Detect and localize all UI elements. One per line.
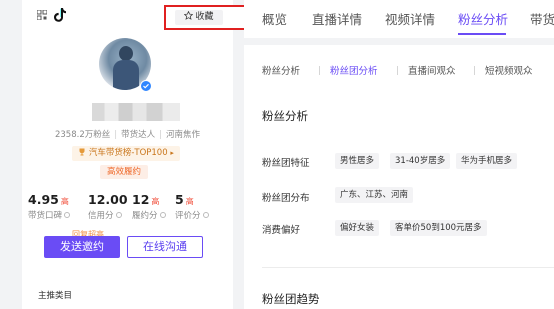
chip-age: 31-40岁居多 — [390, 153, 451, 169]
verified-badge-icon — [140, 80, 152, 92]
main-category-heading: 主推类目 — [38, 291, 73, 301]
subtab-live-audience[interactable]: 直播间观众 — [408, 63, 456, 77]
metric-label: 信用分 — [88, 211, 114, 221]
metric-value: 4.95 — [28, 192, 59, 207]
creator-role: 带货达人 — [121, 130, 156, 140]
metric-credit: 12.00 信用分 — [88, 192, 130, 221]
row-label-consumption: 消费偏好 — [262, 225, 301, 236]
chip-gender: 男性居多 — [335, 153, 380, 169]
tab-live-details[interactable]: 直播详情 — [312, 9, 362, 28]
rank-badge-label: 汽车带货榜-TOP100 — [88, 148, 168, 158]
row-label-distribution: 粉丝团分布 — [262, 193, 310, 204]
help-icon[interactable] — [202, 212, 209, 218]
rank-badge[interactable]: 汽车带货榜-TOP100 ▸ — [72, 146, 180, 161]
douyin-icon[interactable] — [54, 8, 66, 22]
creator-location: 河南焦作 — [166, 130, 201, 140]
tab-overview[interactable]: 概览 — [262, 9, 287, 28]
collect-button[interactable]: 收藏 — [175, 10, 223, 25]
metric-level: 高 — [60, 197, 69, 206]
subtab-fan-group-analysis[interactable]: 粉丝团分析 — [330, 63, 378, 77]
section-divider — [262, 267, 554, 268]
metric-label: 带货口碑 — [28, 211, 63, 221]
app-root: 收藏 2358.2万粉丝 | 带货达人 | 河南焦作 汽车带货榜-TOP100 ▸ 高效… — [0, 0, 554, 309]
tab-video-details[interactable]: 视频详情 — [385, 9, 435, 28]
creator-stats: 2358.2万粉丝 | 带货达人 | 河南焦作 — [54, 130, 201, 140]
efficient-fulfillment-tag[interactable]: 高效履约 — [100, 165, 148, 179]
subtab-divider — [319, 66, 320, 75]
efficient-tag-label: 高效履约 — [106, 167, 141, 177]
metric-fulfillment: 12 高 履约分 — [132, 192, 166, 221]
active-tab-indicator — [458, 33, 506, 35]
profile-card: 收藏 2358.2万粉丝 | 带货达人 | 河南焦作 汽车带货榜-TOP100 ▸ 高效… — [22, 0, 254, 309]
trophy-icon — [79, 148, 85, 156]
metric-value: 5 — [175, 192, 184, 207]
fan-analysis-title: 粉丝分析 — [262, 109, 308, 123]
fan-group-trend-title: 粉丝团趋势 — [262, 292, 320, 306]
metric-label: 履约分 — [132, 211, 158, 221]
tab-fan-analysis[interactable]: 粉丝分析 — [458, 9, 508, 28]
metric-label: 评价分 — [175, 211, 201, 221]
online-chat-button[interactable]: 在线沟通 — [127, 236, 203, 258]
metric-level: 高 — [151, 197, 160, 206]
help-icon[interactable] — [115, 212, 122, 218]
qr-code-icon[interactable] — [37, 10, 47, 20]
collect-button-highlight: 收藏 — [164, 5, 254, 30]
send-invite-button[interactable]: 发送邀约 — [44, 236, 120, 258]
chip-price-range: 客单价50到100元居多 — [390, 220, 487, 236]
detail-tabs: 概览 直播详情 视频详情 粉丝分析 带货 — [244, 0, 554, 38]
tab-sales[interactable]: 带货 — [530, 9, 554, 28]
chevron-right-icon: ▸ — [170, 149, 174, 157]
metric-value: 12 — [132, 192, 150, 207]
subtab-divider — [397, 66, 398, 75]
metric-reputation: 4.95 高 带货口碑 — [28, 192, 71, 221]
subtab-short-video-audience[interactable]: 短视频观众 — [485, 63, 533, 77]
avatar-body — [113, 60, 139, 90]
help-icon[interactable] — [159, 212, 166, 218]
subtab-fan-analysis[interactable]: 粉丝分析 — [262, 63, 300, 77]
metric-value: 12.00 — [88, 192, 128, 207]
chip-regions: 广东、江苏、河南 — [335, 187, 414, 203]
creator-name-blurred — [92, 103, 180, 121]
metric-review: 5高 评价分 — [175, 192, 209, 221]
row-label-characteristics: 粉丝团特征 — [262, 158, 310, 169]
star-outline-icon — [184, 10, 194, 20]
fans-count: 2358.2万粉丝 — [54, 130, 111, 140]
metric-level: 高 — [185, 197, 194, 206]
collect-label: 收藏 — [195, 12, 214, 22]
subtab-divider — [474, 66, 475, 75]
avatar-head — [119, 46, 133, 61]
chip-device: 华为手机居多 — [456, 153, 518, 169]
fan-analysis-panel: 粉丝分析 粉丝团分析 直播间观众 短视频观众 粉丝分析 粉丝团特征 男性居多 3… — [244, 45, 554, 309]
help-icon[interactable] — [64, 212, 71, 218]
chip-preference: 偏好女装 — [335, 220, 380, 236]
